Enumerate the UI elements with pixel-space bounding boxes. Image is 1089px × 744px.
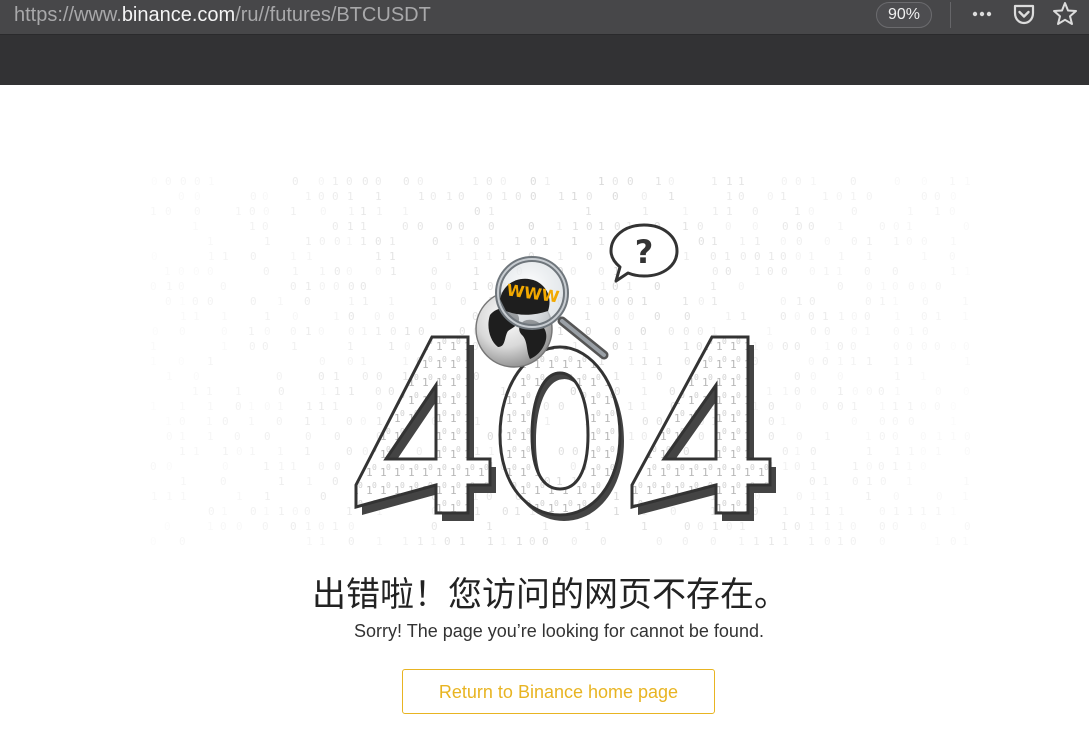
- pocket-icon[interactable]: [1010, 0, 1038, 28]
- digit-zero: [498, 345, 624, 521]
- error-subtitle: Sorry! The page you’re looking for canno…: [354, 621, 764, 641]
- url-domain: binance.com: [121, 4, 236, 26]
- question-bubble-icon: ?: [609, 223, 679, 283]
- return-home-button[interactable]: Return to Binance home page: [402, 669, 715, 714]
- digit-four-left: [354, 335, 496, 521]
- zoom-level-badge[interactable]: 90%: [876, 2, 932, 28]
- toolbar-divider: [950, 2, 951, 28]
- address-bar[interactable]: https://www.binance.com/ru//futures/BTCU…: [0, 0, 1089, 35]
- url-prefix: https://www.: [14, 4, 122, 26]
- bookmark-star-icon[interactable]: [1051, 0, 1079, 28]
- digit-four-right: [630, 335, 776, 521]
- error-404-illustration: 1 0: [354, 223, 776, 521]
- more-actions-icon[interactable]: [968, 0, 996, 28]
- url-text[interactable]: https://www.binance.com/ru//futures/BTCU…: [14, 3, 431, 27]
- browser-toolbar: https://www.binance.com/ru//futures/BTCU…: [0, 0, 1089, 85]
- url-path: /ru//futures/BTCUSDT: [235, 4, 431, 26]
- error-page: 0100011101000110110010000011001011110000…: [0, 85, 1089, 744]
- question-mark: ?: [635, 233, 654, 271]
- error-title: 出错啦！您访问的网页不存在。: [312, 575, 788, 615]
